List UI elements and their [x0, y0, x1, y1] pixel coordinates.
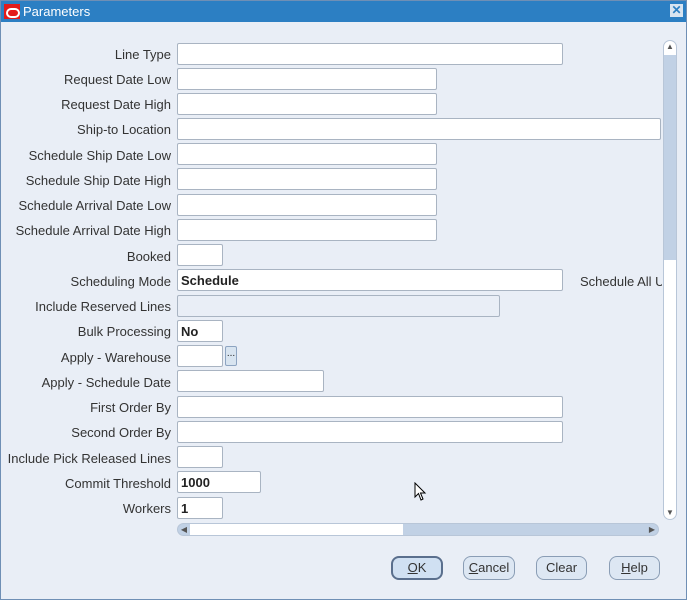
vertical-scrollbar[interactable]: ▲ ▼	[663, 40, 677, 520]
horizontal-scroll-thumb[interactable]	[190, 524, 403, 535]
help-label: elp	[630, 560, 648, 575]
oracle-logo-icon	[4, 4, 20, 19]
commit-threshold-field[interactable]: 1000	[177, 471, 261, 493]
apply-schedule-date-field[interactable]	[177, 370, 324, 392]
schedule-ship-date-low-field[interactable]	[177, 143, 437, 165]
schedule-arrival-date-low-label: Schedule Arrival Date Low	[18, 198, 171, 213]
schedule-ship-date-low-label: Schedule Ship Date Low	[28, 148, 171, 163]
request-date-high-field[interactable]	[177, 93, 437, 115]
bulk-processing-label: Bulk Processing	[77, 324, 171, 339]
include-reserved-lines-label: Include Reserved Lines	[35, 299, 171, 314]
scroll-down-icon[interactable]: ▼	[664, 507, 676, 519]
warehouse-lov-button[interactable]: ...	[225, 346, 237, 366]
schedule-ship-date-high-field[interactable]	[177, 168, 437, 190]
title-bar: Parameters ✕	[1, 1, 686, 22]
cancel-button[interactable]: Cancel	[463, 556, 515, 580]
second-order-by-field[interactable]	[177, 421, 563, 443]
scheduling-mode-description: Schedule All U	[580, 274, 662, 289]
scroll-up-icon[interactable]: ▲	[664, 41, 676, 53]
schedule-arrival-date-high-field[interactable]	[177, 219, 437, 241]
window-title: Parameters	[23, 4, 91, 19]
workers-field[interactable]: 1	[177, 497, 223, 519]
ship-to-location-field[interactable]	[177, 118, 661, 140]
booked-field[interactable]	[177, 244, 223, 266]
ok-button[interactable]: OK	[391, 556, 443, 580]
first-order-by-field[interactable]	[177, 396, 563, 418]
include-pick-released-lines-field[interactable]	[177, 446, 223, 468]
commit-threshold-label: Commit Threshold	[65, 476, 171, 491]
cancel-label: ancel	[478, 560, 510, 575]
scroll-right-icon[interactable]: ▶	[646, 524, 658, 535]
include-reserved-lines-field	[177, 295, 500, 317]
schedule-arrival-date-high-label: Schedule Arrival Date High	[15, 223, 171, 238]
request-date-high-label: Request Date High	[61, 97, 171, 112]
scheduling-mode-label: Scheduling Mode	[70, 274, 171, 289]
apply-schedule-date-label: Apply - Schedule Date	[41, 375, 171, 390]
vertical-scroll-thumb[interactable]	[664, 55, 676, 260]
schedule-ship-date-high-label: Schedule Ship Date High	[25, 173, 171, 188]
help-button[interactable]: Help	[609, 556, 660, 580]
request-date-low-field[interactable]	[177, 68, 437, 90]
cancel-mnemonic: C	[468, 560, 479, 575]
first-order-by-label: First Order By	[90, 400, 171, 415]
line-type-field[interactable]	[177, 43, 563, 65]
scheduling-mode-field[interactable]: Schedule	[177, 269, 563, 291]
bulk-processing-field[interactable]: No	[177, 320, 223, 342]
ok-mnemonic: O	[407, 560, 418, 575]
close-button[interactable]: ✕	[670, 4, 683, 17]
workers-label: Workers	[122, 501, 171, 516]
horizontal-scrollbar[interactable]: ◀ ▶	[177, 523, 659, 536]
second-order-by-label: Second Order By	[71, 425, 171, 440]
request-date-low-label: Request Date Low	[64, 72, 171, 87]
apply-warehouse-field[interactable]	[177, 345, 223, 367]
scroll-left-icon[interactable]: ◀	[178, 524, 190, 535]
include-pick-released-lines-label: Include Pick Released Lines	[7, 451, 171, 466]
mouse-cursor-icon	[414, 482, 427, 501]
ship-to-location-label: Ship-to Location	[77, 122, 171, 137]
schedule-arrival-date-low-field[interactable]	[177, 194, 437, 216]
clear-button[interactable]: Clear	[536, 556, 587, 580]
ok-label: K	[417, 560, 427, 575]
line-type-label: Line Type	[114, 47, 171, 62]
help-mnemonic: H	[621, 560, 631, 575]
booked-label: Booked	[126, 249, 171, 264]
apply-warehouse-label: Apply - Warehouse	[60, 350, 171, 365]
